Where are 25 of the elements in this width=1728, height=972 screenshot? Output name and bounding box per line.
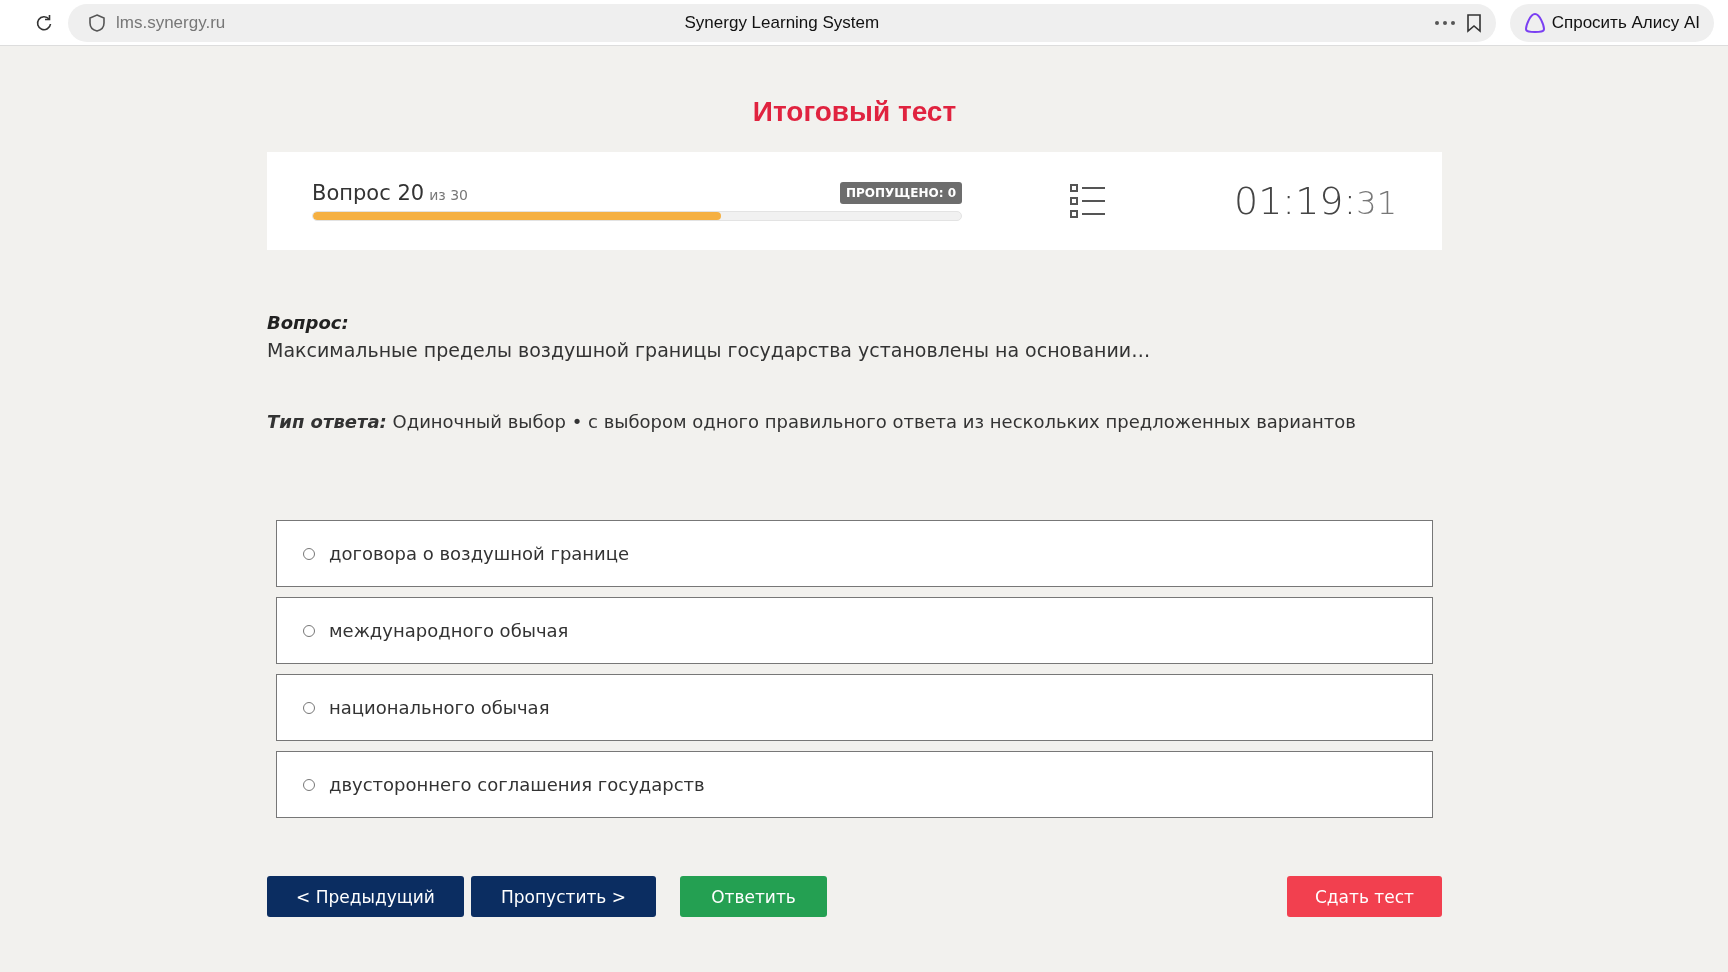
bookmark-icon[interactable] — [1465, 12, 1482, 33]
question-list-icon[interactable] — [1069, 183, 1107, 219]
timer: 01:19:31 — [1233, 179, 1397, 223]
assistant-button[interactable]: Спросить Алису AI — [1509, 3, 1714, 42]
question-total: из 30 — [429, 187, 468, 203]
answer-option[interactable]: международного обычая — [276, 597, 1433, 664]
navigation-button[interactable]: < Предыдущий — [267, 876, 464, 917]
skipped-badge: ПРОПУЩЕНО: 0 — [840, 182, 962, 204]
test-title: Итоговый тест — [751, 96, 958, 128]
question-counter: Вопрос 20 — [312, 181, 425, 205]
navigation-button[interactable]: Пропустить > — [471, 876, 656, 917]
address-text: lms.synergy.ru — [116, 12, 226, 33]
question-text: Максимальные пределы воздушной границы государства установлены на основании… — [267, 339, 1152, 361]
answer-option[interactable]: двустороннего соглашения государств — [276, 751, 1433, 818]
reload-icon[interactable] — [34, 12, 54, 33]
question-label: Вопрос: — [267, 312, 350, 333]
answer-option[interactable]: договора о воздушной границе — [276, 520, 1433, 587]
address-bar[interactable]: lms.synergy.ru Synergy Learning System — [68, 3, 1496, 42]
answer-option[interactable]: национального обычая — [276, 674, 1433, 741]
more-icon[interactable] — [1433, 19, 1456, 26]
page-title-text: Synergy Learning System — [684, 12, 880, 33]
submit-test-button[interactable]: Сдать тест — [1287, 876, 1442, 917]
answer-type-text: Тип ответа: Одиночный выбор • с выбором одного правильного ответа из нескольких предложенных вариантов — [267, 411, 1357, 432]
shield-icon — [88, 12, 106, 33]
assistant-icon — [1523, 11, 1546, 34]
